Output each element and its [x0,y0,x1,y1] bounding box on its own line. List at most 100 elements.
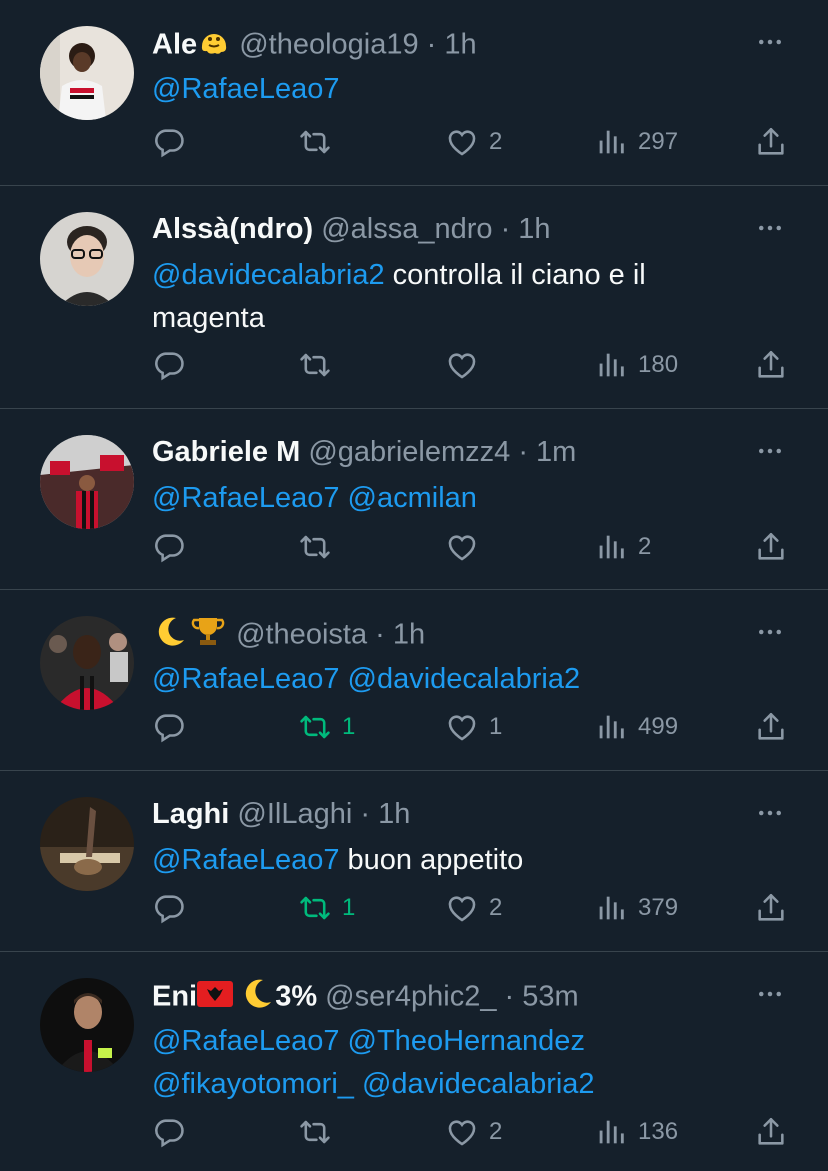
mention-link[interactable]: @RafaeLeao7 [152,73,339,105]
avatar[interactable] [40,435,134,529]
avatar[interactable] [40,616,134,710]
handle[interactable]: @theoista [236,619,367,651]
avatar[interactable] [40,26,134,120]
more-icon[interactable] [752,795,788,831]
like-button[interactable]: 1 [445,710,502,744]
retweet-button[interactable] [298,125,332,159]
retweet-icon [298,710,332,744]
handle[interactable]: @ser4phic2_ [325,981,496,1013]
tweet-body-text: buon appetito [347,844,524,876]
avatar[interactable] [40,797,134,891]
views-count: 2 [638,533,652,560]
display-name[interactable]: Eni [152,981,197,1013]
tweet[interactable]: Eni 3% @ser4phic2_ · 53m @RafaeLeao7 @Th… [0,952,828,1171]
more-icon[interactable] [752,210,788,246]
timestamp[interactable]: 1h [518,213,550,245]
like-button[interactable] [445,348,479,382]
avatar[interactable] [40,212,134,306]
views-button[interactable]: 136 [594,1115,678,1149]
separator-dot: · [496,980,523,1013]
views-button[interactable]: 2 [594,530,651,564]
like-button[interactable]: 2 [445,1115,502,1149]
reply-button[interactable] [152,348,186,382]
reply-button[interactable] [152,125,186,159]
mention-link[interactable]: @RafaeLeao7 [152,482,339,514]
mention-link[interactable]: @acmilan [348,482,477,514]
retweet-button[interactable]: 1 [298,891,355,925]
share-button[interactable] [754,125,788,159]
tweet-header: Eni 3% @ser4phic2_ · 53m [152,976,738,1020]
more-icon[interactable] [752,614,788,650]
reply-button[interactable] [152,530,186,564]
tweet[interactable]: Ale @theologia19 · 1h @RafaeLeao7 2 297 [0,0,828,186]
retweet-icon [298,530,332,564]
mention-link[interactable]: @RafaeLeao7 [152,1025,339,1057]
share-button[interactable] [754,348,788,382]
views-count: 379 [638,894,679,921]
tweet[interactable]: Alssà(ndro) @alssa_ndro · 1h @davidecala… [0,186,828,409]
timestamp[interactable]: 1h [444,29,476,61]
handle[interactable]: @theologia19 [239,29,418,61]
like-button[interactable] [445,530,479,564]
retweet-count: 1 [342,713,356,740]
tweet-text: @davidecalabria2 controlla il ciano e il… [152,254,748,340]
more-icon[interactable] [752,433,788,469]
timestamp[interactable]: 1h [378,798,410,830]
retweet-button[interactable]: 1 [298,710,355,744]
tweet[interactable]: @theoista · 1h @RafaeLeao7 @davidecalabr… [0,590,828,771]
more-icon[interactable] [752,976,788,1012]
more-icon[interactable] [752,24,788,60]
views-button[interactable]: 180 [594,348,678,382]
display-name[interactable]: Gabriele M [152,436,300,468]
mention-link[interactable]: @davidecalabria2 [362,1068,595,1100]
views-icon [594,125,628,159]
retweet-button[interactable] [298,348,332,382]
tweet[interactable]: Laghi @IlLaghi · 1h @RafaeLeao7 buon app… [0,771,828,952]
timestamp[interactable]: 53m [522,981,578,1013]
separator-dot: · [352,798,379,830]
reply-button[interactable] [152,1115,186,1149]
display-name[interactable]: Ale [152,29,197,61]
like-button[interactable]: 2 [445,891,502,925]
retweet-icon [298,891,332,925]
views-button[interactable]: 499 [594,710,678,744]
mention-link[interactable]: @davidecalabria2 [152,259,385,291]
mention-link[interactable]: @davidecalabria2 [348,663,581,695]
share-icon [754,891,788,925]
handle[interactable]: @alssa_ndro [321,213,492,245]
avatar[interactable] [40,978,134,1072]
tweet-text: @RafaeLeao7 @acmilan [152,477,748,520]
views-button[interactable]: 379 [594,891,678,925]
like-count: 1 [489,713,503,740]
display-name[interactable]: Alssà(ndro) [152,213,313,245]
retweet-button[interactable] [298,1115,332,1149]
heart-icon [445,1115,479,1149]
share-button[interactable] [754,530,788,564]
share-icon [754,710,788,744]
tweet[interactable]: Gabriele M @gabrielemzz4 · 1m @RafaeLeao… [0,409,828,590]
mention-link[interactable]: @RafaeLeao7 [152,663,339,695]
like-button[interactable]: 2 [445,125,502,159]
heart-icon [445,530,479,564]
mention-link[interactable]: @TheoHernandez [348,1025,585,1057]
mention-link[interactable]: @RafaeLeao7 [152,844,339,876]
timestamp[interactable]: 1m [536,436,576,468]
tweet-text: @RafaeLeao7 @TheoHernandez @fikayotomori… [152,1020,748,1106]
share-button[interactable] [754,710,788,744]
share-button[interactable] [754,1115,788,1149]
share-button[interactable] [754,891,788,925]
reply-button[interactable] [152,891,186,925]
timestamp[interactable]: 1h [393,619,425,651]
display-name[interactable]: Laghi [152,798,229,830]
handle[interactable]: @IlLaghi [237,798,352,830]
like-count: 2 [489,128,503,155]
views-icon [594,891,628,925]
handle[interactable]: @gabrielemzz4 [308,436,510,468]
mention-link[interactable]: @fikayotomori_ [152,1068,354,1100]
retweet-button[interactable] [298,530,332,564]
reply-button[interactable] [152,710,186,744]
display-name-suffix[interactable]: 3% [275,981,317,1013]
retweet-icon [298,348,332,382]
tweet-text: @RafaeLeao7 buon appetito [152,839,748,882]
views-button[interactable]: 297 [594,125,678,159]
